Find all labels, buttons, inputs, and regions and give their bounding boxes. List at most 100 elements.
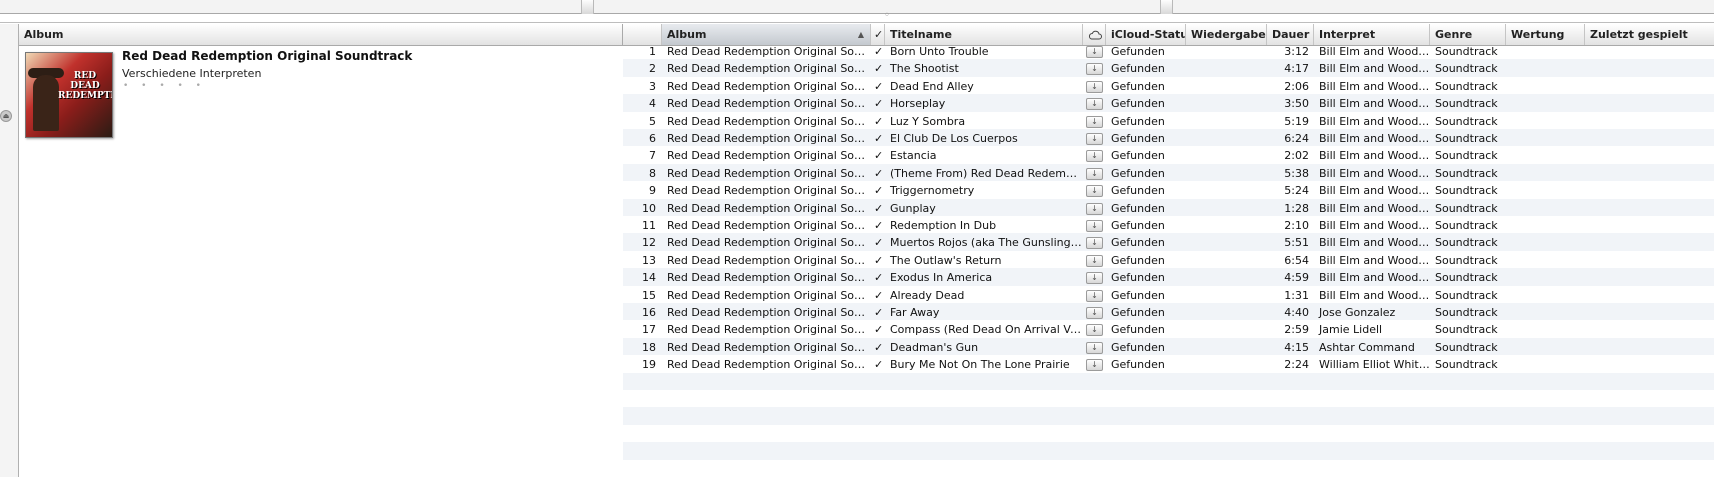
album-column-header[interactable]: Album (19, 24, 623, 45)
track-row[interactable]: 1 Red Dead Redemption Original Sou... ✓ Bor… (623, 42, 1714, 59)
track-row[interactable]: 16 Red Dead Redemption Original Sou... ✓ Fa… (623, 303, 1714, 322)
cloud-download-icon[interactable]: ↓ (1086, 324, 1103, 337)
track-enabled-checkbox[interactable]: ✓ (871, 338, 885, 357)
track-enabled-checkbox[interactable]: ✓ (871, 303, 885, 322)
track-row[interactable]: 12 Red Dead Redemption Original Sou... ✓ Mu… (623, 233, 1714, 252)
track-enabled-checkbox[interactable]: ✓ (871, 199, 885, 218)
cloud-download-icon[interactable]: ↓ (1086, 289, 1103, 302)
track-row[interactable]: 10 Red Dead Redemption Original Sou... ✓ Gu… (623, 198, 1714, 218)
track-rating[interactable] (1506, 268, 1585, 287)
track-rating[interactable] (1506, 94, 1585, 113)
track-enabled-checkbox[interactable]: ✓ (871, 355, 885, 374)
track-artist: Bill Elm and Woody J... (1319, 253, 1430, 267)
track-album: Red Dead Redemption Original Sou... (667, 149, 871, 163)
track-genre: Soundtrack (1435, 358, 1498, 372)
cloud-download-icon[interactable]: ↓ (1086, 254, 1103, 267)
track-number: 14 (642, 271, 656, 285)
track-rating[interactable] (1506, 112, 1585, 131)
track-rating[interactable] (1506, 42, 1585, 61)
track-enabled-checkbox[interactable]: ✓ (871, 112, 885, 131)
track-row[interactable]: 3 Red Dead Redemption Original Sou... ✓ Dea… (623, 77, 1714, 94)
track-rating[interactable] (1506, 320, 1585, 339)
cloud-download-icon[interactable]: ↓ (1086, 98, 1103, 111)
track-genre: Soundtrack (1435, 323, 1498, 337)
cloud-download-icon[interactable]: ↓ (1086, 359, 1103, 372)
download-cell: ↓ (1083, 77, 1106, 96)
album-cover[interactable]: RED DEAD REDEMPTION (25, 52, 113, 138)
cloud-download-icon[interactable]: ↓ (1086, 80, 1103, 93)
track-rating[interactable] (1506, 129, 1585, 148)
pane-resize-bar[interactable]: ◦ (0, 10, 1714, 23)
track-enabled-checkbox[interactable]: ✓ (871, 94, 885, 113)
track-enabled-checkbox[interactable]: ✓ (871, 42, 885, 61)
track-rating[interactable] (1506, 164, 1585, 183)
track-enabled-checkbox[interactable]: ✓ (871, 320, 885, 339)
cloud-download-icon[interactable]: ↓ (1086, 167, 1103, 180)
track-title: Gunplay (890, 201, 936, 215)
track-enabled-checkbox[interactable]: ✓ (871, 181, 885, 200)
track-number: 2 (649, 62, 656, 76)
track-row[interactable]: 15 Red Dead Redemption Original Sou... ✓ Al… (623, 286, 1714, 303)
cloud-download-icon[interactable]: ↓ (1086, 185, 1103, 198)
track-enabled-checkbox[interactable]: ✓ (871, 77, 885, 96)
track-rating[interactable] (1506, 59, 1585, 78)
track-row[interactable]: 8 Red Dead Redemption Original Sou... ✓ (Th… (623, 163, 1714, 183)
cloud-download-icon[interactable]: ↓ (1086, 272, 1103, 285)
track-enabled-checkbox[interactable]: ✓ (871, 164, 885, 183)
track-artist: Bill Elm and Woody J... (1319, 219, 1430, 232)
track-enabled-checkbox[interactable]: ✓ (871, 216, 885, 235)
track-row[interactable]: 14 Red Dead Redemption Original Sou... ✓ Ex… (623, 268, 1714, 287)
track-row[interactable]: 5 Red Dead Redemption Original Sou... ✓ Luz… (623, 112, 1714, 129)
track-row[interactable]: 13 Red Dead Redemption Original Sou... ✓ Th… (623, 251, 1714, 268)
track-row[interactable]: 18 Red Dead Redemption Original Sou... ✓ De… (623, 337, 1714, 357)
track-row[interactable]: 19 Red Dead Redemption Original Sou... ✓ Bu… (623, 355, 1714, 372)
cloud-download-icon[interactable]: ↓ (1086, 237, 1103, 250)
track-row[interactable]: 2 Red Dead Redemption Original Sou... ✓ The… (623, 59, 1714, 78)
track-enabled-checkbox[interactable]: ✓ (871, 251, 885, 270)
track-duration: 5:38 (1284, 166, 1309, 180)
track-rating[interactable] (1506, 303, 1585, 322)
track-enabled-checkbox[interactable]: ✓ (871, 286, 885, 305)
track-artist: Jose Gonzalez (1319, 306, 1396, 319)
cloud-download-icon[interactable]: ↓ (1086, 307, 1103, 319)
track-rating[interactable] (1506, 216, 1585, 235)
track-rating[interactable] (1506, 181, 1585, 200)
track-duration: 4:40 (1284, 306, 1309, 319)
track-row[interactable]: 4 Red Dead Redemption Original Sou... ✓ Hor… (623, 94, 1714, 113)
track-enabled-checkbox[interactable]: ✓ (871, 233, 885, 252)
track-title: Far Away (890, 306, 940, 319)
cloud-download-icon[interactable]: ↓ (1086, 341, 1103, 354)
cloud-download-icon[interactable]: ↓ (1086, 63, 1103, 76)
cloud-download-icon[interactable]: ↓ (1086, 133, 1103, 145)
track-enabled-checkbox[interactable]: ✓ (871, 129, 885, 148)
cloud-download-icon[interactable]: ↓ (1086, 46, 1103, 58)
track-enabled-checkbox[interactable]: ✓ (871, 268, 885, 287)
track-rating[interactable] (1506, 251, 1585, 270)
track-icloud-status: Gefunden (1111, 166, 1165, 180)
pane-divider-handle[interactable] (581, 0, 594, 14)
track-rating[interactable] (1506, 146, 1585, 165)
track-row[interactable]: 17 Red Dead Redemption Original Sou... ✓ Co… (623, 320, 1714, 337)
track-album: Red Dead Redemption Original Sou... (667, 79, 871, 93)
cloud-download-icon[interactable]: ↓ (1086, 220, 1103, 232)
track-enabled-checkbox[interactable]: ✓ (871, 59, 885, 78)
track-rating[interactable] (1506, 199, 1585, 218)
track-rating[interactable] (1506, 355, 1585, 374)
pane-divider-handle[interactable] (1160, 0, 1173, 14)
cloud-download-icon[interactable]: ↓ (1086, 150, 1103, 163)
track-rating[interactable] (1506, 233, 1585, 252)
download-cell: ↓ (1083, 251, 1106, 270)
track-last-played (1585, 129, 1714, 148)
track-enabled-checkbox[interactable]: ✓ (871, 146, 885, 165)
eject-icon[interactable]: ⏏ (0, 110, 12, 122)
track-rating[interactable] (1506, 286, 1585, 305)
track-rating[interactable] (1506, 338, 1585, 357)
album-rating[interactable]: • • • • • (123, 81, 206, 91)
track-row[interactable]: 7 Red Dead Redemption Original Sou... ✓ Est… (623, 146, 1714, 163)
track-row[interactable]: 6 Red Dead Redemption Original Sou... ✓ El … (623, 129, 1714, 148)
cloud-download-icon[interactable]: ↓ (1086, 115, 1103, 128)
track-row[interactable]: 11 Red Dead Redemption Original Sou... ✓ Re… (623, 216, 1714, 233)
cloud-download-icon[interactable]: ↓ (1086, 202, 1103, 215)
track-rating[interactable] (1506, 77, 1585, 96)
track-row[interactable]: 9 Red Dead Redemption Original Sou... ✓ Tri… (623, 181, 1714, 198)
